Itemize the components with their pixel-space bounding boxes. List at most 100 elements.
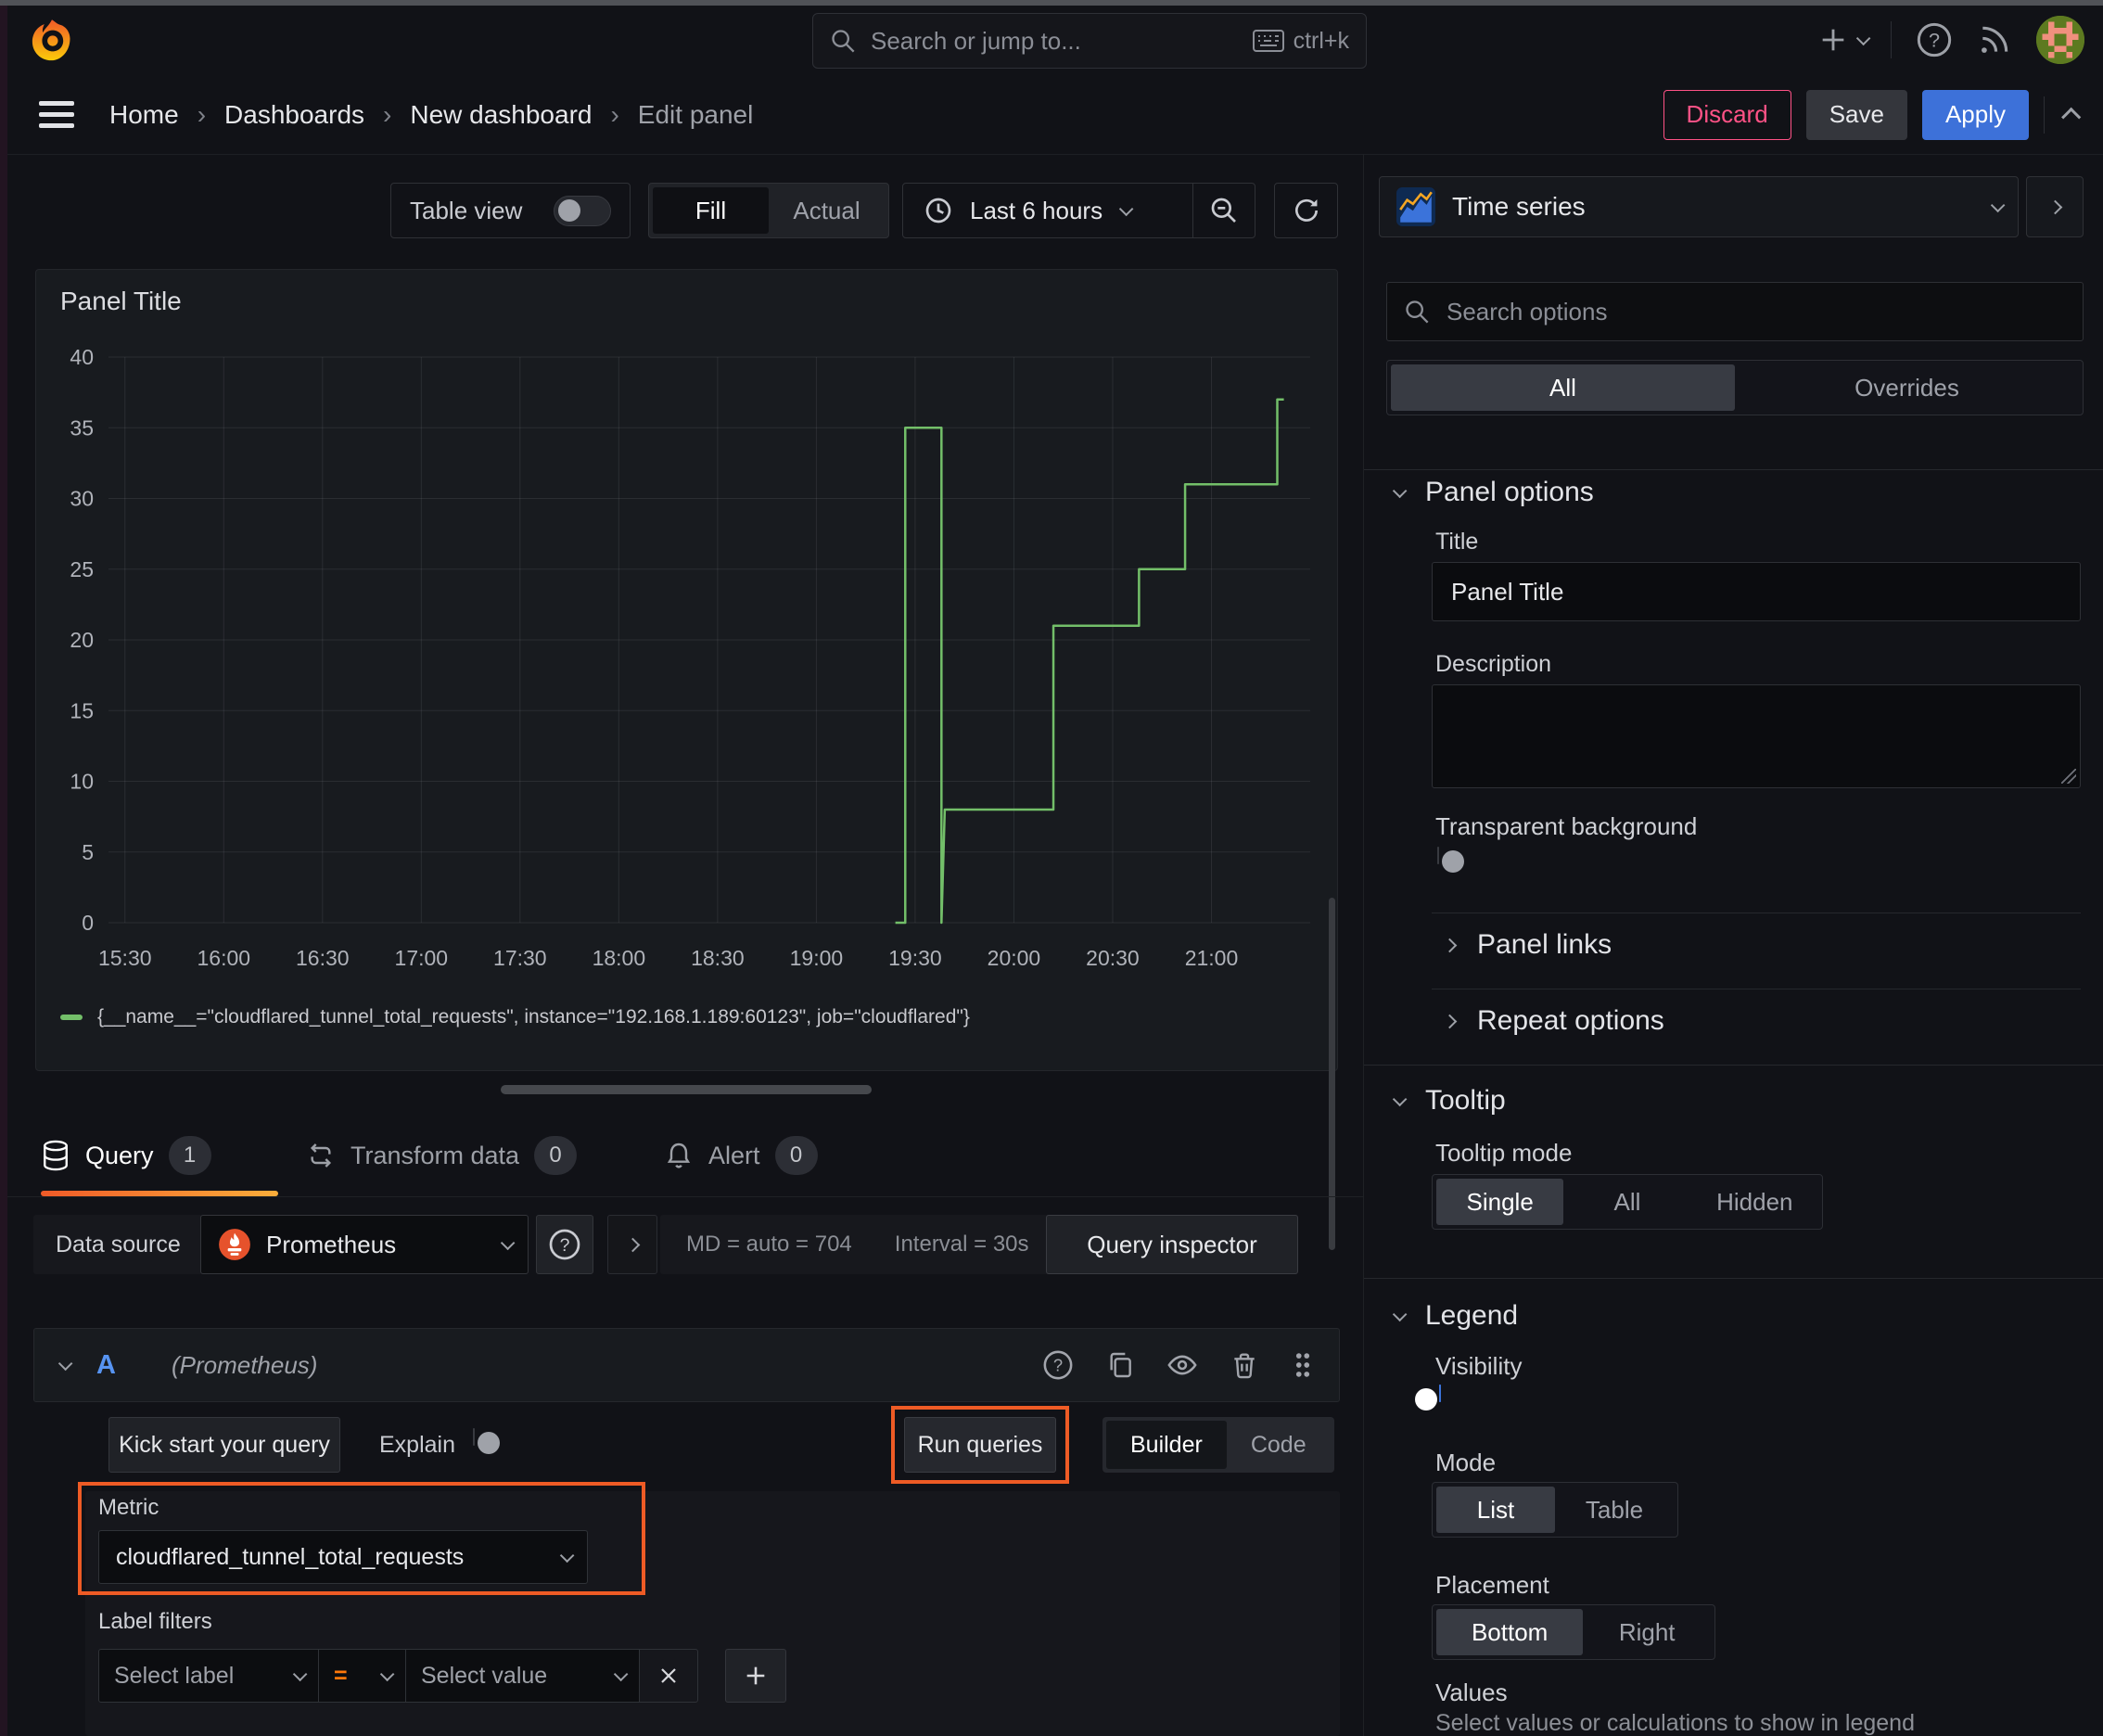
refresh-button[interactable] xyxy=(1274,183,1338,238)
query-inspector-button[interactable]: Query inspector xyxy=(1046,1215,1298,1274)
title-field-label: Title xyxy=(1435,529,1479,555)
plus-icon xyxy=(746,1666,765,1685)
discard-button[interactable]: Discard xyxy=(1663,89,1791,140)
expand-query-row-button[interactable] xyxy=(607,1215,657,1274)
select-value-dropdown[interactable]: Select value xyxy=(405,1649,640,1703)
remove-filter-button[interactable] xyxy=(639,1649,698,1703)
breadcrumb-new-dashboard[interactable]: New dashboard xyxy=(410,100,592,130)
zoom-out-icon xyxy=(1211,198,1236,223)
panel-links-title: Panel links xyxy=(1477,929,1612,960)
kick-start-query-button[interactable]: Kick start your query xyxy=(108,1417,340,1473)
apply-button[interactable]: Apply xyxy=(1921,89,2029,140)
builder-option[interactable]: Builder xyxy=(1106,1421,1227,1469)
placement-bottom-option[interactable]: Bottom xyxy=(1436,1609,1584,1655)
legend-visibility-toggle[interactable] xyxy=(1415,1385,1441,1410)
repeat-options-section-header[interactable]: Repeat options xyxy=(1442,1000,1664,1042)
repeat-options-title: Repeat options xyxy=(1477,1005,1664,1036)
panel-links-section-header[interactable]: Panel links xyxy=(1442,924,1612,966)
svg-text:20: 20 xyxy=(70,628,94,652)
disable-query-button[interactable] xyxy=(1166,1349,1198,1381)
main-scrollbar[interactable] xyxy=(1329,898,1335,1250)
add-filter-button[interactable] xyxy=(725,1649,786,1703)
table-view-toggle[interactable] xyxy=(554,195,611,226)
tooltip-section-header[interactable]: Tooltip xyxy=(1392,1076,1506,1126)
tab-all[interactable]: All xyxy=(1391,364,1735,411)
panel-resize-handle[interactable] xyxy=(501,1085,872,1094)
legend-table-option[interactable]: Table xyxy=(1555,1487,1674,1533)
query-row-header[interactable]: A (Prometheus) ? xyxy=(33,1328,1340,1402)
active-tab-underline xyxy=(41,1191,278,1196)
svg-text:16:00: 16:00 xyxy=(197,946,250,970)
label-filters-label: Label filters xyxy=(98,1609,212,1634)
search-input[interactable] xyxy=(869,25,1240,57)
grafana-logo[interactable] xyxy=(28,17,76,65)
database-icon xyxy=(44,1140,68,1171)
metric-select[interactable]: cloudflared_tunnel_total_requests xyxy=(98,1530,588,1584)
description-textarea[interactable] xyxy=(1432,684,2081,788)
user-avatar[interactable] xyxy=(2036,16,2084,64)
add-new-button[interactable] xyxy=(1817,24,1871,56)
legend-section-header[interactable]: Legend xyxy=(1392,1291,1518,1341)
datasource-picker[interactable]: Prometheus xyxy=(200,1215,529,1274)
chevron-right-icon xyxy=(2047,199,2062,214)
tab-alert[interactable]: Alert 0 xyxy=(664,1120,818,1191)
fill-option[interactable]: Fill xyxy=(653,187,769,234)
svg-text:17:00: 17:00 xyxy=(395,946,449,970)
time-range-picker[interactable]: Last 6 hours xyxy=(903,196,1192,225)
resize-handle-icon[interactable] xyxy=(2061,769,2076,784)
tab-query-label: Query xyxy=(85,1141,154,1169)
builder-code-segment: Builder Code xyxy=(1102,1417,1334,1473)
news-button[interactable] xyxy=(1977,22,2012,57)
visualization-picker[interactable]: Time series xyxy=(1379,176,2019,237)
save-button[interactable]: Save xyxy=(1805,89,1907,140)
svg-text:?: ? xyxy=(560,1235,570,1256)
time-series-chart[interactable]: 0 5 10 15 20 25 30 35 40 15:30 16:00 16:30 17:00 17:3… xyxy=(49,329,1323,993)
actual-option[interactable]: Actual xyxy=(769,187,885,234)
chart-panel: Panel Title 0 5 10 15 20 25 30 35 40 15:30 16:00 16… xyxy=(35,269,1338,1071)
placement-right-option[interactable]: Right xyxy=(1583,1609,1711,1655)
tab-query[interactable]: Query 1 xyxy=(41,1120,211,1191)
options-search-input[interactable] xyxy=(1445,296,2066,327)
panel-options-section-header[interactable]: Panel options xyxy=(1392,464,1594,521)
tooltip-single-option[interactable]: Single xyxy=(1436,1179,1564,1225)
tab-transform-data[interactable]: Transform data 0 xyxy=(306,1120,578,1191)
duplicate-query-button[interactable] xyxy=(1105,1350,1135,1380)
tooltip-hidden-option[interactable]: Hidden xyxy=(1691,1179,1818,1225)
tooltip-all-option[interactable]: All xyxy=(1563,1179,1690,1225)
tab-overrides[interactable]: Overrides xyxy=(1735,364,2079,411)
help-button[interactable]: ? xyxy=(1916,21,1953,58)
help-icon: ? xyxy=(1917,22,1952,57)
delete-query-button[interactable] xyxy=(1230,1350,1259,1380)
breadcrumb-home[interactable]: Home xyxy=(109,100,179,130)
chevron-down-icon xyxy=(1990,198,2006,212)
legend-series-label[interactable]: {__name__="cloudflared_tunnel_total_requ… xyxy=(97,1006,970,1028)
collapse-query-icon[interactable] xyxy=(57,1356,73,1371)
datasource-help-button[interactable]: ? xyxy=(536,1215,593,1274)
chevron-down-icon xyxy=(1118,201,1134,216)
svg-text:19:30: 19:30 xyxy=(888,946,942,970)
code-option[interactable]: Code xyxy=(1227,1421,1331,1469)
options-search[interactable] xyxy=(1386,282,2084,341)
panel-title-input[interactable] xyxy=(1432,562,2081,621)
run-queries-button[interactable]: Run queries xyxy=(904,1417,1056,1473)
transparent-background-toggle[interactable] xyxy=(1437,847,1464,873)
drag-query-handle[interactable] xyxy=(1291,1349,1315,1381)
operator-dropdown[interactable]: = xyxy=(318,1649,406,1703)
interval-stat: Interval = 30s xyxy=(894,1232,1029,1257)
explain-toggle[interactable] xyxy=(473,1428,500,1454)
query-help-button[interactable]: ? xyxy=(1042,1349,1074,1381)
legend-list-option[interactable]: List xyxy=(1436,1487,1555,1533)
svg-text:35: 35 xyxy=(70,415,94,440)
svg-text:?: ? xyxy=(1929,29,1940,52)
panel-options-title: Panel options xyxy=(1425,477,1594,507)
zoom-out-button[interactable] xyxy=(1193,184,1255,237)
chart-legend[interactable]: {__name__="cloudflared_tunnel_total_requ… xyxy=(60,1006,970,1028)
prometheus-icon xyxy=(219,1229,250,1260)
select-label-dropdown[interactable]: Select label xyxy=(98,1649,319,1703)
tooltip-mode-label: Tooltip mode xyxy=(1435,1139,1573,1167)
breadcrumb-dashboards[interactable]: Dashboards xyxy=(224,100,364,130)
collapse-header-icon[interactable] xyxy=(2061,107,2082,127)
collapse-options-pane-button[interactable] xyxy=(2026,176,2084,237)
menu-icon[interactable] xyxy=(39,101,74,128)
global-search[interactable]: ctrl+k xyxy=(812,13,1367,69)
